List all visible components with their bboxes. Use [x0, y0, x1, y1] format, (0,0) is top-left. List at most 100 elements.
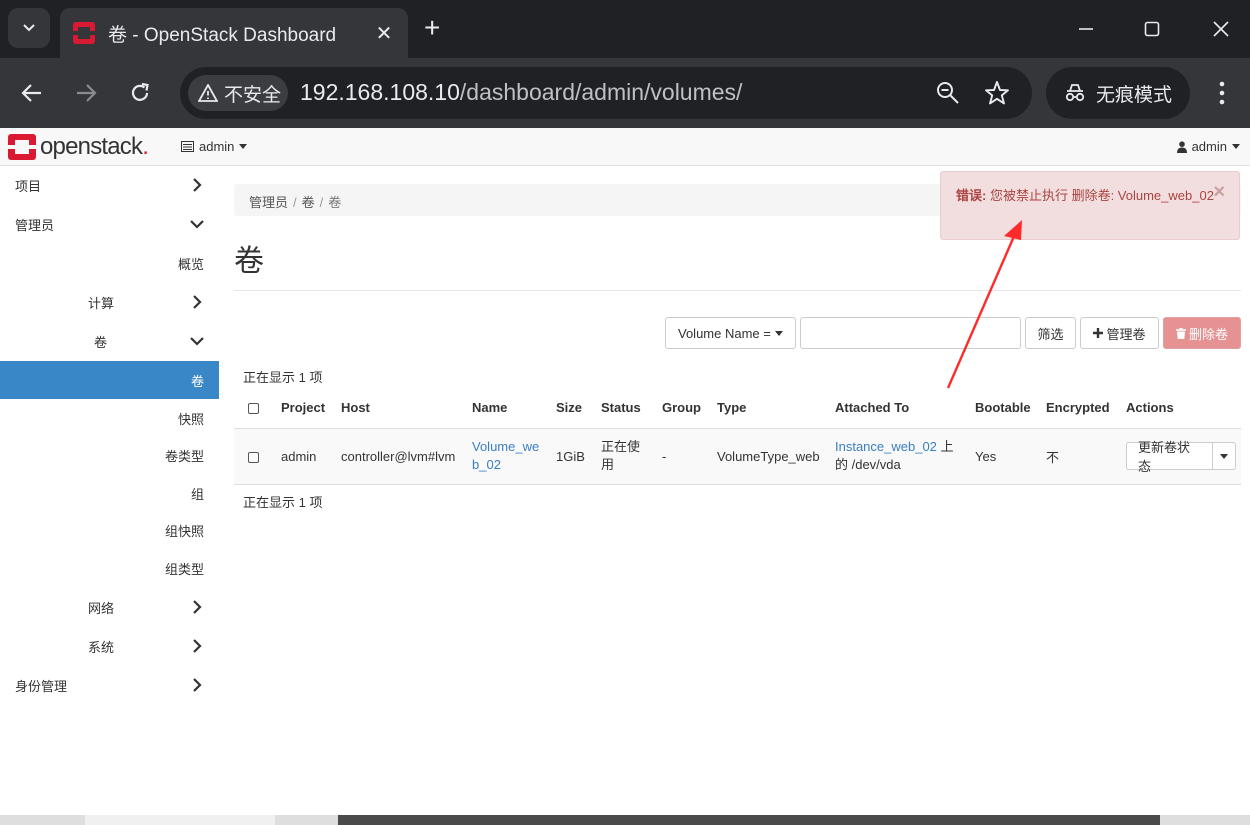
project-list-icon: [181, 141, 194, 152]
error-alert: 错误: 您被禁止执行 删除卷: Volume_web_02 ×: [940, 171, 1240, 240]
column-header-project[interactable]: Project: [276, 388, 336, 429]
chevron-right-icon: [193, 178, 202, 192]
breadcrumb-item-volume-group[interactable]: 卷: [302, 195, 315, 210]
browser-toolbar: 不安全 192.168.108.10/dashboard/admin/volum…: [0, 58, 1250, 128]
chevron-right-icon: [193, 295, 202, 309]
item-count-top: 正在显示 1 项: [243, 370, 323, 385]
maximize-button[interactable]: [1134, 12, 1170, 46]
sidebar-item-label: 快照: [178, 411, 205, 427]
incognito-label: 无痕模式: [1096, 84, 1173, 106]
select-all-checkbox[interactable]: [248, 403, 259, 415]
user-dropdown[interactable]: admin: [1176, 139, 1240, 154]
sidebar-item-label: 计算: [88, 295, 115, 311]
main-content: 管理员 / 卷 / 卷 卷 Volume Name = 筛选 管理卷 删除卷 正在显示 …: [234, 166, 1241, 815]
sidebar-item-label: 概览: [178, 256, 205, 272]
address-bar[interactable]: 不安全 192.168.108.10/dashboard/admin/volum…: [180, 67, 1032, 119]
sidebar-item-volume-types[interactable]: 卷类型: [0, 436, 219, 474]
sidebar-item-snapshots[interactable]: 快照: [0, 399, 219, 437]
project-label: admin: [199, 139, 235, 154]
user-icon: [1176, 140, 1187, 153]
maximize-icon: [1144, 21, 1160, 37]
url-text[interactable]: 192.168.108.10/dashboard/admin/volumes/: [300, 79, 742, 106]
bookmark-star-icon[interactable]: [984, 80, 1010, 106]
tab-search-button[interactable]: [8, 8, 50, 48]
sidebar-item-groups[interactable]: 组: [0, 474, 219, 512]
sidebar-item-group-types[interactable]: 组类型: [0, 549, 219, 587]
logo-dot: .: [142, 133, 149, 160]
tab-close-icon[interactable]: ✕: [372, 21, 396, 46]
sidebar-item-project[interactable]: 项目: [0, 166, 219, 204]
security-indicator[interactable]: 不安全: [188, 75, 288, 111]
breadcrumb-item-admin[interactable]: 管理员: [249, 195, 288, 210]
sidebar-item-network[interactable]: 网络: [0, 588, 219, 626]
project-dropdown[interactable]: admin: [181, 139, 248, 154]
zoom-icon[interactable]: [935, 80, 961, 106]
plus-icon: [1093, 328, 1104, 338]
sidebar-item-label: 卷: [94, 334, 108, 350]
more-actions-toggle[interactable]: [1212, 442, 1236, 470]
cell-type: VolumeType_web: [712, 428, 830, 485]
cell-attached-to: Instance_web_02 上的 /dev/vda: [830, 428, 970, 485]
volume-name-link[interactable]: Volume_web_02: [472, 439, 539, 472]
sidebar-item-volumes[interactable]: 卷: [0, 361, 219, 399]
manage-volume-button[interactable]: 管理卷: [1080, 317, 1159, 349]
chevron-down-icon: [190, 337, 204, 346]
reload-icon: [131, 82, 149, 101]
column-header-name[interactable]: Name: [467, 388, 551, 429]
cell-group: -: [657, 428, 712, 485]
row-checkbox[interactable]: [248, 451, 259, 463]
sidebar-item-identity[interactable]: 身份管理: [0, 666, 219, 704]
column-header-host[interactable]: Host: [336, 388, 467, 429]
chevron-down-icon: [23, 24, 35, 32]
sidebar-item-compute[interactable]: 计算: [0, 283, 219, 321]
warning-icon: [198, 84, 218, 102]
filter-field-select[interactable]: Volume Name =: [665, 317, 796, 349]
sidebar-item-group-snapshots[interactable]: 组快照: [0, 511, 219, 549]
chevron-right-icon: [193, 600, 202, 614]
incognito-icon: [1065, 84, 1085, 102]
openstack-logo-icon: [8, 134, 36, 160]
filter-input[interactable]: [800, 317, 1021, 349]
new-tab-button[interactable]: +: [424, 14, 440, 42]
column-header-type[interactable]: Type: [712, 388, 830, 429]
browser-tab[interactable]: 卷 - OpenStack Dashboard ✕: [60, 8, 408, 58]
column-header-encrypted[interactable]: Encrypted: [1041, 388, 1121, 429]
cell-project: admin: [276, 428, 336, 485]
select-all-cell: [234, 388, 276, 429]
sidebar-item-volume-group[interactable]: 卷: [0, 322, 219, 360]
incognito-indicator[interactable]: 无痕模式: [1046, 67, 1190, 119]
column-header-status[interactable]: Status: [596, 388, 657, 429]
sidebar-item-system[interactable]: 系统: [0, 627, 219, 665]
openstack-logo[interactable]: openstack.: [8, 133, 149, 161]
browser-menu-icon[interactable]: [1212, 78, 1232, 108]
update-volume-status-button[interactable]: 更新卷状态: [1126, 440, 1213, 474]
attached-instance-link[interactable]: Instance_web_02: [835, 439, 937, 454]
table-row: admin controller@lvm#lvm Volume_web_02 1…: [234, 428, 1241, 485]
chevron-right-icon: [193, 678, 202, 692]
forward-button[interactable]: [71, 78, 101, 108]
openstack-favicon-icon: [73, 22, 95, 44]
column-header-size[interactable]: Size: [551, 388, 596, 429]
delete-volume-button[interactable]: 删除卷: [1163, 317, 1241, 349]
sidebar-item-overview[interactable]: 概览: [0, 244, 219, 282]
column-header-bootable[interactable]: Bootable: [970, 388, 1041, 429]
cell-name: Volume_web_02: [467, 428, 551, 485]
reload-button[interactable]: [125, 78, 155, 108]
cell-status: 正在使用: [596, 428, 657, 485]
column-header-attached-to[interactable]: Attached To: [830, 388, 970, 429]
filter-button[interactable]: 筛选: [1025, 317, 1076, 349]
background-window-left: [85, 815, 275, 825]
sidebar-item-admin[interactable]: 管理员: [0, 205, 219, 243]
back-button[interactable]: [17, 78, 47, 108]
caret-down-icon: [1232, 144, 1240, 149]
minimize-button[interactable]: [1068, 12, 1104, 46]
alert-close-icon[interactable]: ×: [1213, 182, 1225, 202]
column-header-group[interactable]: Group: [657, 388, 712, 429]
cell-encrypted: 不: [1041, 428, 1121, 485]
tab-title: 卷 - OpenStack Dashboard: [108, 24, 337, 46]
chevron-right-icon: [193, 639, 202, 653]
close-window-button[interactable]: [1203, 12, 1239, 46]
url-path: /dashboard/admin/volumes/: [459, 79, 743, 105]
delete-volume-label: 删除卷: [1188, 326, 1228, 342]
arrow-left-icon: [21, 84, 41, 102]
